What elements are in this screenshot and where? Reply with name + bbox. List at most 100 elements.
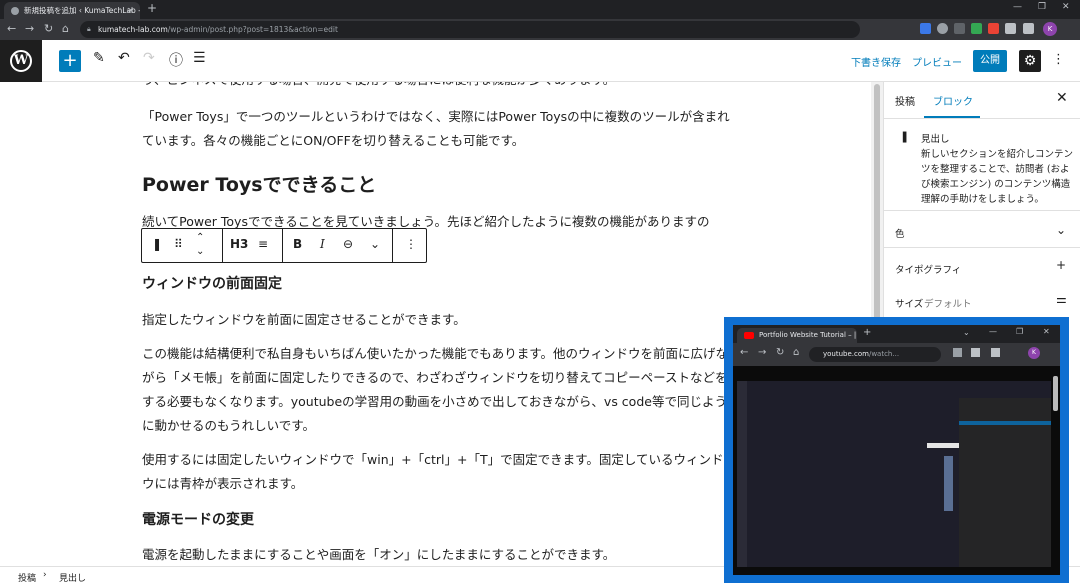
paragraph-block[interactable]: この機能は結構便利で私自身もいちばん使いたかった機能でもあります。他のウィンドウ… bbox=[142, 342, 732, 438]
chevron-down-icon[interactable]: ⌄ bbox=[1056, 223, 1066, 237]
close-icon[interactable]: ✕ bbox=[1056, 90, 1068, 106]
heading-level-button[interactable]: H3 bbox=[230, 237, 248, 251]
size-value: デフォルト bbox=[924, 299, 972, 310]
reload-icon[interactable]: ↻ bbox=[44, 22, 53, 35]
block-toolbar: ❚ ⠿ ⌃ ⌄ H3 ≡ B I ⊖ ⌄ ⋮ bbox=[141, 228, 427, 263]
wordpress-icon: W bbox=[10, 50, 32, 72]
lock-icon: 🔒︎ bbox=[87, 25, 91, 33]
pip-scrollbar-thumb[interactable] bbox=[1053, 376, 1058, 411]
pinned-window-frame[interactable]: Portfolio Website Tutorial – | + ⌄ — ❐ ✕… bbox=[724, 317, 1069, 583]
site-favicon-icon bbox=[11, 7, 19, 15]
extension-icon[interactable] bbox=[953, 348, 962, 357]
publish-button[interactable]: 公開 bbox=[973, 50, 1007, 72]
window-close-icon[interactable]: ✕ bbox=[1043, 327, 1050, 336]
link-icon[interactable]: ⊖ bbox=[343, 237, 353, 251]
extension-icon[interactable] bbox=[954, 23, 965, 34]
video-player[interactable] bbox=[733, 366, 1060, 575]
pip-browser-toolbar: ← → ↻ ⌂ youtube.com/watch... K bbox=[733, 343, 1060, 366]
back-icon[interactable]: ← bbox=[740, 347, 748, 358]
edit-pencil-icon[interactable]: ✎ bbox=[93, 50, 105, 66]
info-icon[interactable]: ⓘ bbox=[169, 50, 183, 70]
drag-handle-icon[interactable]: ⠿ bbox=[174, 237, 183, 251]
browser-tab-title: 新規投稿を追加 ‹ KumaTechLab — bbox=[24, 6, 140, 15]
add-icon[interactable]: + bbox=[1056, 258, 1066, 272]
paragraph-block[interactable]: り、ビジネスで使用する場合、開発で使用する場合には便利な機能が多くあります。 bbox=[142, 82, 732, 92]
redo-icon[interactable]: ↷ bbox=[143, 50, 155, 66]
new-tab-icon[interactable]: + bbox=[147, 1, 157, 15]
extension-icon[interactable] bbox=[988, 23, 999, 34]
pinned-browser-window[interactable]: Portfolio Website Tutorial – | + ⌄ — ❐ ✕… bbox=[733, 325, 1060, 575]
side-panel-icon[interactable] bbox=[991, 348, 1000, 357]
paragraph-block[interactable]: 指定したウィンドウを前面に固定させることができます。 bbox=[142, 308, 732, 332]
pip-browser-tab[interactable]: Portfolio Website Tutorial – | bbox=[737, 328, 857, 343]
profile-avatar[interactable]: K bbox=[1028, 347, 1040, 359]
puzzle-icon[interactable] bbox=[1005, 23, 1016, 34]
tab-close-icon[interactable]: ✕ bbox=[127, 2, 134, 19]
italic-icon[interactable]: I bbox=[320, 237, 325, 251]
window-close-icon[interactable]: ✕ bbox=[1062, 2, 1070, 12]
align-icon[interactable]: ≡ bbox=[258, 237, 268, 251]
undo-icon[interactable]: ↶ bbox=[118, 50, 130, 66]
forward-icon[interactable]: → bbox=[758, 347, 766, 358]
list-view-icon[interactable]: ☰ bbox=[193, 50, 206, 66]
paragraph-block[interactable]: 「Power Toys」で一つのツールというわけではなく、実際にはPower T… bbox=[142, 105, 732, 153]
heading-block[interactable]: 電源モードの変更 bbox=[142, 509, 254, 529]
side-panel-icon[interactable] bbox=[1023, 23, 1034, 34]
bold-icon[interactable]: B bbox=[293, 237, 302, 251]
browser-toolbar: ← → ↻ ⌂ 🔒︎ kumatech-lab.com/wp-admin/pos… bbox=[0, 19, 1080, 40]
download-icon[interactable] bbox=[920, 23, 931, 34]
settings-gear-icon[interactable]: ⚙ bbox=[1019, 50, 1041, 72]
paragraph-block[interactable]: 電源を起動したままにすることや画面を「オン」にしたままにすることができます。 bbox=[142, 543, 732, 566]
extension-icon[interactable] bbox=[971, 23, 982, 34]
size-settings-icon[interactable]: ⚌ bbox=[1056, 292, 1067, 306]
maximize-icon[interactable]: ❐ bbox=[1016, 327, 1023, 336]
typography-panel-toggle[interactable]: タイポグラフィ bbox=[895, 262, 961, 276]
paragraph-block[interactable]: 使用するには固定したいウィンドウで「win」+「ctrl」+「T」で固定できます… bbox=[142, 448, 732, 496]
extension-icon[interactable] bbox=[937, 23, 948, 34]
home-icon[interactable]: ⌂ bbox=[62, 22, 69, 35]
video-frame-code-editor bbox=[737, 381, 1051, 567]
pip-url-domain: youtube.com bbox=[823, 350, 869, 358]
tab-post[interactable]: 投稿 bbox=[895, 93, 915, 108]
back-icon[interactable]: ← bbox=[7, 22, 16, 35]
add-block-button[interactable]: + bbox=[59, 50, 81, 72]
breadcrumb-post[interactable]: 投稿 bbox=[18, 571, 36, 584]
heading-block[interactable]: Power Toysでできること bbox=[142, 170, 376, 197]
color-panel-toggle[interactable]: 色 bbox=[895, 226, 905, 240]
new-tab-icon[interactable]: + bbox=[863, 327, 871, 338]
editor-header: W + ✎ ↶ ↷ ⓘ ☰ 下書き保存 プレビュー 公開 ⚙ ⋮ bbox=[0, 40, 1080, 82]
minimize-icon[interactable]: — bbox=[989, 327, 997, 336]
block-card-description: 新しいセクションを紹介しコンテンツを整理することで、訪問者 (および検索エンジン… bbox=[921, 149, 1074, 205]
wordpress-logo[interactable]: W bbox=[0, 40, 42, 82]
home-icon[interactable]: ⌂ bbox=[793, 347, 799, 358]
browser-tabbar: 新規投稿を追加 ‹ KumaTechLab — ✕ + — ❐ ✕ bbox=[0, 0, 1080, 19]
heading-block[interactable]: ウィンドウの前面固定 bbox=[142, 273, 282, 293]
block-options-icon[interactable]: ⋮ bbox=[405, 237, 417, 251]
tab-block[interactable]: ブロック bbox=[933, 93, 973, 108]
browser-tab[interactable]: 新規投稿を追加 ‹ KumaTechLab — ✕ bbox=[4, 2, 140, 19]
chevron-right-icon: › bbox=[43, 570, 47, 580]
minimize-icon[interactable]: — bbox=[1013, 2, 1022, 12]
forward-icon[interactable]: → bbox=[25, 22, 34, 35]
pip-url-rest: /watch... bbox=[868, 350, 900, 358]
size-label: サイズ bbox=[895, 299, 924, 310]
more-options-icon[interactable]: ⋮ bbox=[1052, 52, 1065, 67]
scrollbar-thumb[interactable] bbox=[874, 84, 880, 334]
bookmark-icon[interactable]: ❚ bbox=[152, 237, 162, 251]
url-path: /wp-admin/post.php?post=1813&action=edit bbox=[167, 25, 338, 34]
chevron-down-icon[interactable]: ⌄ bbox=[963, 328, 970, 337]
maximize-icon[interactable]: ❐ bbox=[1038, 2, 1046, 12]
reload-icon[interactable]: ↻ bbox=[776, 347, 784, 358]
pip-tab-title: Portfolio Website Tutorial – | bbox=[759, 331, 857, 339]
block-card-title: 見出し bbox=[921, 134, 950, 145]
puzzle-icon[interactable] bbox=[971, 348, 980, 357]
profile-avatar[interactable]: K bbox=[1043, 22, 1057, 36]
preview-button[interactable]: プレビュー bbox=[912, 54, 962, 69]
youtube-icon bbox=[744, 332, 754, 339]
pip-address-bar[interactable]: youtube.com/watch... bbox=[809, 347, 941, 362]
breadcrumb-heading[interactable]: 見出し bbox=[59, 571, 86, 584]
save-draft-button[interactable]: 下書き保存 bbox=[851, 54, 901, 69]
more-formats-chevron-icon[interactable]: ⌄ bbox=[370, 237, 380, 251]
address-bar[interactable]: 🔒︎ kumatech-lab.com/wp-admin/post.php?po… bbox=[80, 21, 860, 38]
move-up-down-icon[interactable]: ⌃ ⌄ bbox=[196, 231, 204, 259]
